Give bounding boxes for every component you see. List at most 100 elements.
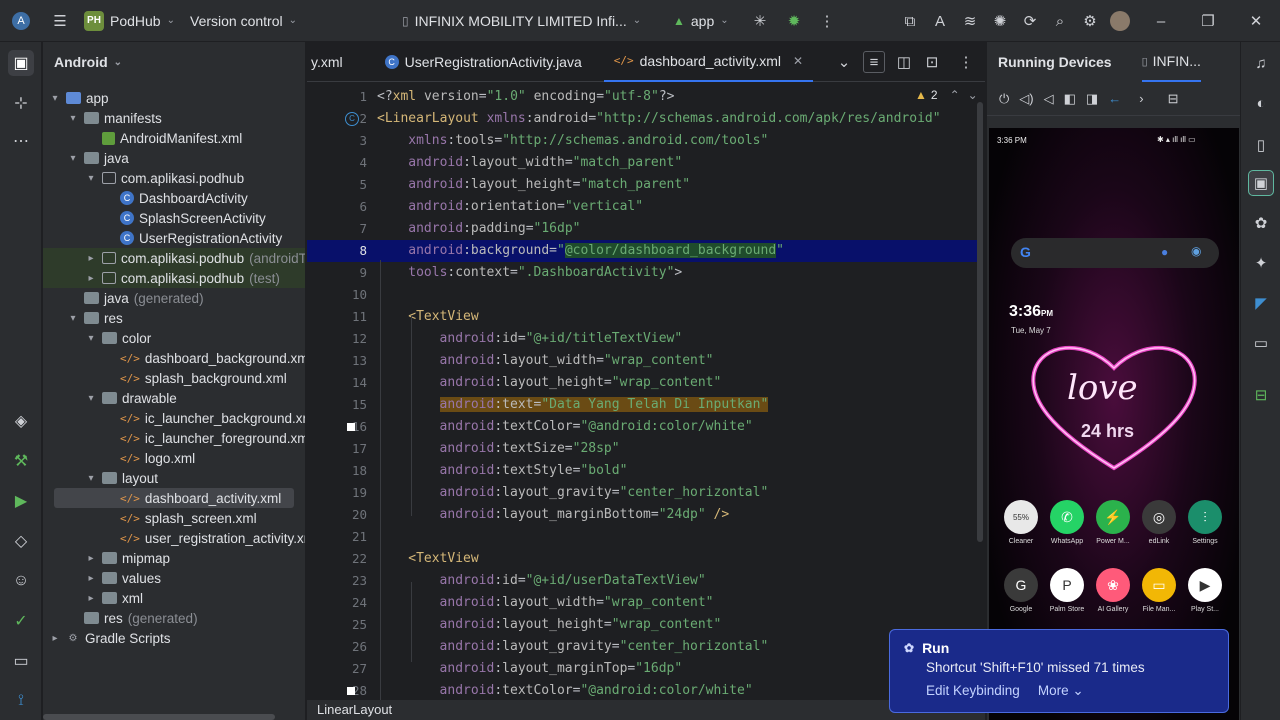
translate-icon[interactable]: A bbox=[929, 10, 951, 32]
main-menu-icon[interactable]: ☰ bbox=[49, 10, 71, 32]
tree-item[interactable]: ▸ mipmap bbox=[85, 548, 170, 568]
collapsed-arrow-icon[interactable]: ▸ bbox=[85, 593, 97, 604]
tree-item[interactable]: </> logo.xml bbox=[103, 448, 195, 468]
app-icon[interactable]: ▶ bbox=[1188, 568, 1222, 602]
app-quality-icon[interactable]: ✿ bbox=[1248, 210, 1274, 236]
more-vertical-icon[interactable]: ⋮ bbox=[955, 51, 977, 73]
tree-item[interactable]: C UserRegistrationActivity bbox=[103, 228, 282, 248]
android-studio-logo[interactable]: A bbox=[12, 11, 30, 30]
tab-partial[interactable]: y.xml bbox=[307, 42, 353, 82]
tree-item[interactable]: ▾ drawable bbox=[85, 388, 176, 408]
flutter-icon[interactable]: ◤ bbox=[1248, 290, 1274, 316]
expanded-arrow-icon[interactable]: ▾ bbox=[67, 113, 79, 124]
tree-item[interactable]: ▸ ⚙ Gradle Scripts bbox=[49, 628, 170, 648]
code-area[interactable]: <?xml version="1.0" encoding="utf-8"?> <L… bbox=[377, 84, 977, 700]
google-search-bar[interactable]: G ● ◉ bbox=[1011, 238, 1219, 268]
tree-item[interactable]: ▸ values bbox=[85, 568, 161, 588]
sync-icon[interactable]: ⟳ bbox=[1019, 10, 1041, 32]
gear-icon[interactable]: ⚙ bbox=[1079, 10, 1101, 32]
tree-item[interactable]: ▾ color bbox=[85, 328, 151, 348]
tree-item[interactable]: </> user_registration_activity.xr bbox=[103, 528, 305, 548]
layers-icon[interactable]: ◈ bbox=[8, 408, 34, 434]
running-devices-icon[interactable]: ▣ bbox=[1248, 170, 1274, 196]
notifications-bell-icon[interactable]: ♫ bbox=[1248, 50, 1274, 76]
tree-item[interactable]: ▾ res bbox=[67, 308, 122, 328]
bug-icon[interactable]: ✺ bbox=[989, 10, 1011, 32]
app-icon[interactable]: ❀ bbox=[1096, 568, 1130, 602]
gem-icon[interactable]: ◇ bbox=[8, 528, 34, 554]
more-horizontal-icon[interactable]: ⋯ bbox=[8, 128, 34, 154]
screenshot-icon[interactable]: ⊟ bbox=[1168, 91, 1179, 107]
tab-dashboard-activity-xml[interactable]: </> dashboard_activity.xml ✕ bbox=[603, 42, 814, 82]
expanded-arrow-icon[interactable]: ▾ bbox=[85, 393, 97, 404]
device-selector[interactable]: ▯ INFINIX MOBILITY LIMITED Infi... ⌄ bbox=[402, 13, 641, 29]
collapsed-arrow-icon[interactable]: ▸ bbox=[85, 553, 97, 564]
power-icon[interactable]: ⏻ bbox=[999, 91, 1009, 107]
back-arrow-icon[interactable]: ← bbox=[1108, 91, 1121, 106]
close-tab-icon[interactable]: ✕ bbox=[793, 54, 803, 68]
minimize-icon[interactable]: – bbox=[1150, 10, 1172, 32]
device-manager-icon[interactable]: ⧉ bbox=[899, 10, 921, 32]
gradle-elephant-icon[interactable]: ◐ bbox=[1248, 90, 1274, 116]
vcs-selector[interactable]: Version control ⌄ bbox=[190, 13, 297, 29]
collapsed-arrow-icon[interactable]: ▸ bbox=[85, 273, 97, 284]
tree-item[interactable]: </> dashboard_activity.xml bbox=[103, 488, 281, 508]
tab-device[interactable]: ▯ INFIN... bbox=[1141, 42, 1201, 82]
terminal-icon[interactable]: ▭ bbox=[8, 648, 34, 674]
device-manager-icon[interactable]: ▯ bbox=[1248, 132, 1274, 158]
forward-arrow-icon[interactable]: › bbox=[1139, 91, 1143, 106]
tree-item[interactable]: AndroidManifest.xml bbox=[85, 128, 242, 148]
microphone-icon[interactable]: ● bbox=[1161, 245, 1168, 259]
breadcrumb[interactable]: LinearLayout bbox=[317, 702, 392, 717]
app-icon[interactable]: 55% bbox=[1004, 500, 1038, 534]
code-view-icon[interactable]: ≡ bbox=[863, 51, 885, 73]
build-variants-icon[interactable]: ≋ bbox=[959, 10, 981, 32]
check-icon[interactable]: ✓ bbox=[8, 608, 34, 634]
tree-item[interactable]: ▾ com.aplikasi.podhub bbox=[85, 168, 244, 188]
search-icon[interactable]: ⌕ bbox=[1049, 10, 1071, 32]
rotate-right-icon[interactable]: ◨ bbox=[1086, 91, 1098, 107]
app-icon[interactable]: G bbox=[1004, 568, 1038, 602]
tabs-dropdown-icon[interactable]: ⌄ bbox=[833, 51, 855, 73]
rotate-left-icon[interactable]: ◧ bbox=[1064, 91, 1076, 107]
tree-item[interactable]: res (generated) bbox=[67, 608, 198, 628]
debug-icon[interactable]: ✹ bbox=[783, 10, 805, 32]
tree-item[interactable]: </> ic_launcher_foreground.xml bbox=[103, 428, 305, 448]
collapsed-arrow-icon[interactable]: ▸ bbox=[49, 633, 61, 644]
app-icon[interactable]: P bbox=[1050, 568, 1084, 602]
expanded-arrow-icon[interactable]: ▾ bbox=[49, 93, 61, 104]
tree-item[interactable]: java (generated) bbox=[67, 288, 204, 308]
app-icon[interactable]: ⚡ bbox=[1096, 500, 1130, 534]
tree-item[interactable]: C DashboardActivity bbox=[103, 188, 248, 208]
volume-up-icon[interactable]: ◁) bbox=[1019, 91, 1033, 107]
tree-item[interactable]: ▾ layout bbox=[85, 468, 158, 488]
close-icon[interactable]: ✕ bbox=[1245, 10, 1267, 32]
maximize-icon[interactable]: ❐ bbox=[1197, 10, 1219, 32]
app-icon[interactable]: ⫶ bbox=[1188, 500, 1222, 534]
tree-item[interactable]: </> ic_launcher_background.xm bbox=[103, 408, 305, 428]
gemini-sparkle-icon[interactable]: ✦ bbox=[1248, 250, 1274, 276]
more-link[interactable]: More ⌄ bbox=[1038, 683, 1084, 699]
horizontal-scrollbar[interactable] bbox=[43, 714, 275, 720]
app-icon[interactable]: ▭ bbox=[1142, 568, 1176, 602]
avatar[interactable] bbox=[1110, 11, 1130, 31]
expanded-arrow-icon[interactable]: ▾ bbox=[85, 333, 97, 344]
lens-icon[interactable]: ◉ bbox=[1191, 244, 1201, 258]
tree-item[interactable]: ▾ manifests bbox=[67, 108, 161, 128]
volume-down-icon[interactable]: ◁ bbox=[1044, 91, 1054, 107]
run-icon[interactable]: ▶ bbox=[8, 488, 34, 514]
project-view-selector[interactable]: Android ⌄ bbox=[43, 42, 305, 82]
expanded-arrow-icon[interactable]: ▾ bbox=[67, 313, 79, 324]
vertical-scrollbar[interactable] bbox=[977, 102, 983, 542]
apply-changes-icon[interactable]: ✳ bbox=[749, 10, 771, 32]
design-view-icon[interactable]: ⊡ bbox=[921, 51, 943, 73]
more-vertical-icon[interactable]: ⋮ bbox=[816, 10, 838, 32]
tree-item[interactable]: ▾ java bbox=[67, 148, 128, 168]
build-hammer-icon[interactable]: ⚒ bbox=[8, 448, 34, 474]
tree-item[interactable]: ▸ xml bbox=[85, 588, 143, 608]
related-class-icon[interactable]: C bbox=[345, 112, 359, 126]
tree-item[interactable]: </> splash_background.xml bbox=[103, 368, 287, 388]
app-icon[interactable]: ✆ bbox=[1050, 500, 1084, 534]
edit-keybinding-link[interactable]: Edit Keybinding bbox=[926, 683, 1020, 699]
color-swatch-icon[interactable] bbox=[347, 423, 355, 431]
